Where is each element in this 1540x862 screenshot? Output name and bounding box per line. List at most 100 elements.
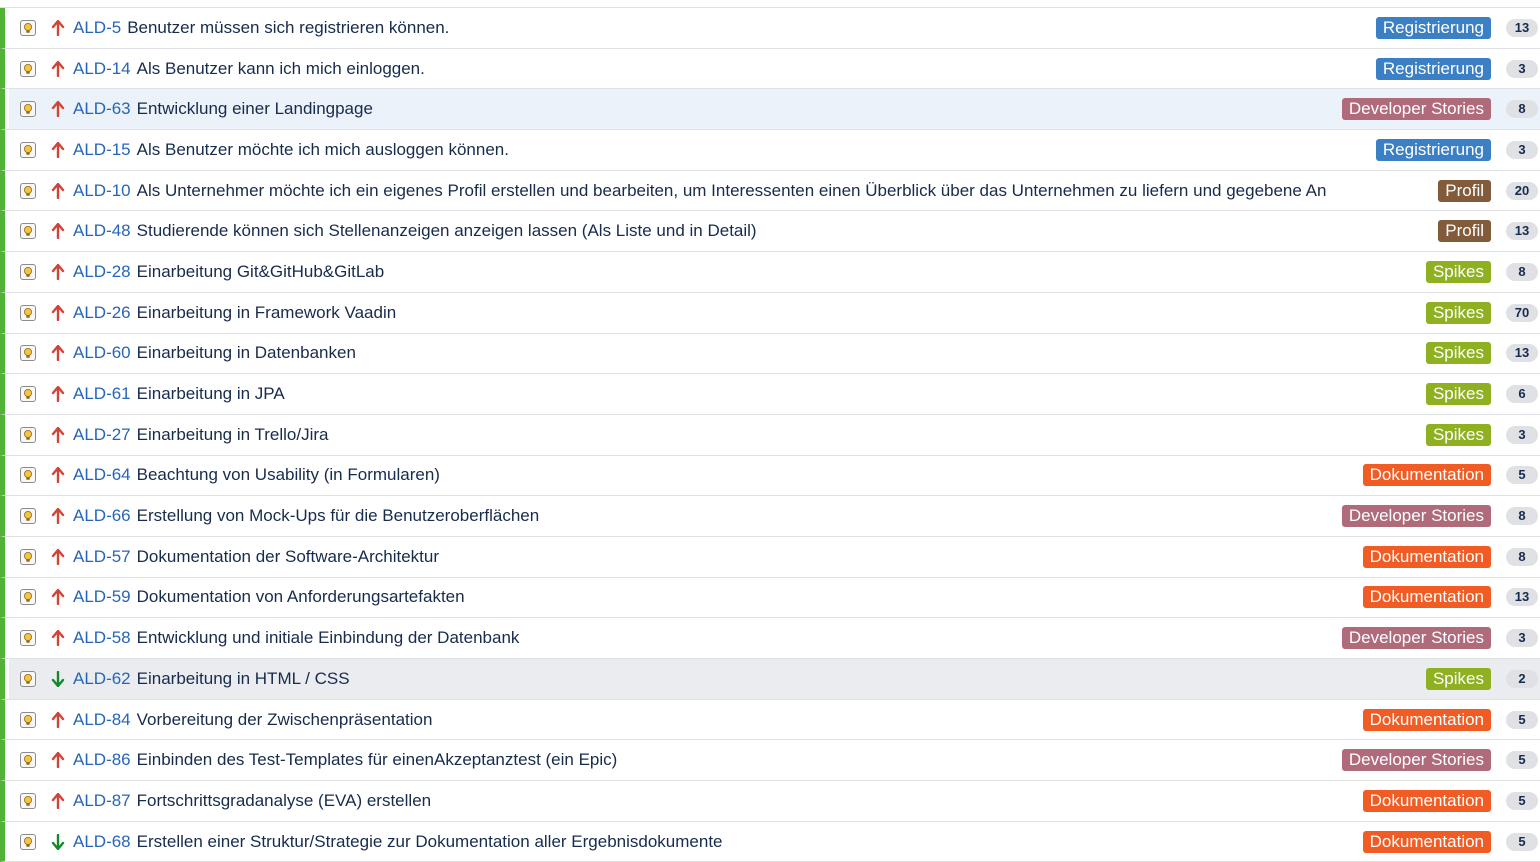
epic-label[interactable]: Profil — [1438, 220, 1491, 243]
story-points-badge: 13 — [1506, 18, 1538, 37]
story-points-badge: 5 — [1506, 751, 1538, 770]
epic-label[interactable]: Dokumentation — [1362, 830, 1491, 853]
epic-label[interactable]: Dokumentation — [1362, 545, 1491, 568]
epic-label[interactable]: Dokumentation — [1362, 789, 1491, 812]
backlog-issue-row[interactable]: ALD-58 Entwicklung und initiale Einbindun… — [0, 618, 1540, 659]
epic-label[interactable]: Spikes — [1425, 423, 1491, 446]
epic-label[interactable]: Dokumentation — [1362, 464, 1491, 487]
backlog-issue-row[interactable]: ALD-26 Einarbeitung in Framework Vaadin Sp… — [0, 292, 1540, 334]
backlog-issue-row[interactable]: ALD-61 Einarbeitung in JPA Spikes 6 — [0, 374, 1540, 415]
epic-label[interactable]: Developer Stories — [1341, 505, 1491, 528]
epic-label[interactable]: Spikes — [1425, 301, 1491, 324]
epic-label[interactable]: Dokumentation — [1362, 586, 1491, 609]
issue-key-link[interactable]: ALD-61 — [73, 384, 131, 403]
issue-content: ALD-68 Erstellen einer Struktur/Strategie… — [73, 832, 1424, 852]
issue-summary: Einarbeitung Git&GitHub&GitLab — [136, 261, 385, 281]
issue-key-link[interactable]: ALD-15 — [73, 140, 131, 159]
epic-label[interactable]: Developer Stories — [1341, 98, 1491, 121]
priority-high-arrow-icon — [51, 629, 65, 647]
story-lightbulb-icon — [20, 101, 36, 118]
backlog-issue-row[interactable]: ALD-10 Als Unternehmer möchte ich ein eig… — [0, 170, 1540, 212]
story-points-badge: 8 — [1506, 100, 1538, 119]
backlog-issue-row[interactable]: ALD-68 Erstellen einer Struktur/Strategie… — [0, 821, 1540, 862]
story-points-badge: 5 — [1506, 832, 1538, 851]
backlog-issue-row[interactable]: ALD-15 Als Benutzer möchte ich mich auslo… — [0, 130, 1540, 171]
priority-high-arrow-icon — [51, 304, 65, 321]
issue-summary: Einarbeitung in Datenbanken — [136, 343, 356, 363]
issue-key-link[interactable]: ALD-5 — [73, 18, 121, 37]
epic-label[interactable]: Developer Stories — [1341, 627, 1491, 650]
backlog-issue-row[interactable]: ALD-27 Einarbeitung in Trello/Jira Spikes 3 — [0, 414, 1540, 456]
epic-label[interactable]: Dokumentation — [1362, 708, 1491, 731]
issue-key-link[interactable]: ALD-48 — [73, 221, 131, 240]
issue-summary: Benutzer müssen sich registrieren können… — [127, 17, 450, 37]
issue-key-link[interactable]: ALD-10 — [73, 181, 131, 200]
backlog-issue-list: ALD-5 Benutzer müssen sich registrieren k… — [0, 8, 1540, 862]
epic-label[interactable]: Spikes — [1425, 260, 1491, 283]
issue-key-link[interactable]: ALD-26 — [73, 303, 131, 322]
issue-content: ALD-64 Beachtung von Usability (in Formul… — [73, 465, 1424, 485]
priority-high-arrow-icon — [51, 426, 65, 443]
backlog-issue-row[interactable]: ALD-28 Einarbeitung Git&GitHub&GitLab Spik… — [0, 252, 1540, 293]
issue-content: ALD-10 Als Unternehmer möchte ich ein eig… — [73, 181, 1424, 201]
story-points-badge: 13 — [1506, 344, 1538, 363]
priority-high-arrow-icon — [51, 792, 65, 810]
backlog-issue-row[interactable]: ALD-57 Dokumentation der Software-Archite… — [0, 536, 1540, 578]
epic-label[interactable]: Developer Stories — [1341, 749, 1491, 772]
issue-key-link[interactable]: ALD-62 — [73, 669, 131, 688]
issue-content: ALD-86 Einbinden des Test-Templates für e… — [73, 750, 1424, 770]
story-points-badge: 8 — [1506, 507, 1538, 526]
issue-key-link[interactable]: ALD-68 — [73, 832, 131, 851]
issue-key-link[interactable]: ALD-87 — [73, 791, 131, 810]
issue-key-link[interactable]: ALD-63 — [73, 99, 131, 118]
issue-key-link[interactable]: ALD-60 — [73, 343, 131, 362]
issue-key-link[interactable]: ALD-66 — [73, 506, 131, 525]
priority-high-arrow-icon — [51, 467, 65, 484]
priority-high-arrow-icon — [51, 141, 65, 159]
epic-label[interactable]: Spikes — [1425, 667, 1491, 690]
backlog-issue-row[interactable]: ALD-5 Benutzer müssen sich registrieren k… — [0, 8, 1540, 49]
issue-key-link[interactable]: ALD-57 — [73, 547, 131, 566]
backlog-issue-row[interactable]: ALD-64 Beachtung von Usability (in Formul… — [0, 455, 1540, 497]
issue-key-link[interactable]: ALD-59 — [73, 587, 131, 606]
backlog-issue-row[interactable]: ALD-62 Einarbeitung in HTML / CSS Spikes 2 — [0, 659, 1540, 700]
epic-label[interactable]: Profil — [1438, 179, 1491, 202]
issue-key-link[interactable]: ALD-58 — [73, 628, 131, 647]
epic-label[interactable]: Spikes — [1425, 342, 1491, 365]
backlog-issue-row[interactable]: ALD-14 Als Benutzer kann ich mich einlogg… — [0, 48, 1540, 90]
epic-label[interactable]: Registrierung — [1375, 138, 1491, 161]
backlog-issue-row[interactable]: ALD-84 Vorbereitung der Zwischenpräsentat… — [0, 699, 1540, 741]
issue-key-link[interactable]: ALD-64 — [73, 465, 131, 484]
story-lightbulb-icon — [20, 345, 36, 362]
issue-key-link[interactable]: ALD-86 — [73, 750, 131, 769]
story-points-badge: 13 — [1506, 588, 1538, 607]
issue-key-link[interactable]: ALD-14 — [73, 59, 131, 78]
issue-key-link[interactable]: ALD-27 — [73, 425, 131, 444]
story-lightbulb-icon — [20, 141, 36, 158]
issue-key-link[interactable]: ALD-84 — [73, 710, 131, 729]
issue-key-link[interactable]: ALD-28 — [73, 262, 131, 281]
story-lightbulb-icon — [20, 630, 36, 647]
issue-summary: Einarbeitung in JPA — [136, 384, 285, 404]
backlog-issue-row[interactable]: ALD-86 Einbinden des Test-Templates für e… — [0, 740, 1540, 782]
story-points-badge: 3 — [1506, 140, 1538, 159]
epic-label[interactable]: Registrierung — [1375, 57, 1491, 80]
story-points-badge: 13 — [1506, 222, 1538, 241]
backlog-issue-row[interactable]: ALD-87 Fortschrittsgradanalyse (EVA) erst… — [0, 781, 1540, 822]
story-lightbulb-icon — [20, 792, 36, 809]
epic-label[interactable]: Registrierung — [1375, 16, 1491, 39]
backlog-issue-row[interactable]: ALD-59 Dokumentation von Anforderungsarte… — [0, 577, 1540, 619]
story-lightbulb-icon — [20, 304, 36, 321]
backlog-issue-row[interactable]: ALD-60 Einarbeitung in Datenbanken Spikes 1… — [0, 333, 1540, 375]
backlog-issue-row[interactable]: ALD-63 Entwicklung einer Landingpage Devel… — [0, 89, 1540, 131]
backlog-issue-row[interactable]: ALD-48 Studierende können sich Stellenanz… — [0, 211, 1540, 253]
story-lightbulb-icon — [20, 670, 36, 687]
issue-summary: Studierende können sich Stellenanzeigen … — [136, 221, 757, 241]
issue-content: ALD-15 Als Benutzer möchte ich mich auslo… — [73, 140, 1424, 160]
issue-summary: Dokumentation der Software-Architektur — [136, 546, 439, 566]
story-points-badge: 2 — [1506, 669, 1538, 688]
priority-low-arrow-icon — [51, 833, 65, 850]
backlog-issue-row[interactable]: ALD-66 Erstellung von Mock-Ups für die Be… — [0, 496, 1540, 537]
epic-label[interactable]: Spikes — [1425, 383, 1491, 406]
priority-high-arrow-icon — [51, 263, 65, 281]
